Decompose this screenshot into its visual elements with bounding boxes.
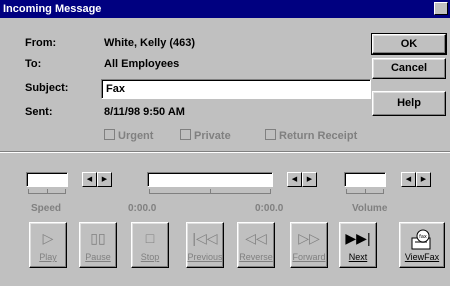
play-button[interactable]: ▷ Play — [29, 222, 67, 268]
private-checkbox[interactable]: Private — [180, 129, 231, 142]
speed-ticks — [28, 189, 66, 194]
close-button[interactable] — [434, 2, 448, 15]
incoming-message-window: Incoming Message From: White, Kelly (463… — [0, 0, 450, 286]
pause-button[interactable]: ▯▯ Pause — [79, 222, 117, 268]
from-value: White, Kelly (463) — [104, 37, 196, 49]
position-end-time: 0:00.0 — [255, 203, 284, 214]
to-value: All Employees — [104, 58, 180, 70]
play-label: Play — [39, 252, 57, 262]
speed-right-arrow-icon[interactable]: ▶ — [97, 172, 112, 187]
sent-label: Sent: — [25, 106, 53, 118]
speed-display — [26, 172, 68, 187]
private-label: Private — [194, 130, 231, 142]
subject-value: Fax — [106, 83, 125, 95]
next-button[interactable]: ▶▶| Next — [339, 222, 377, 268]
fax-icon: fax — [400, 229, 444, 250]
ok-button[interactable]: OK — [371, 33, 447, 55]
title-bar: Incoming Message — [0, 0, 450, 18]
to-label: To: — [25, 58, 42, 70]
pause-label: Pause — [85, 252, 111, 262]
return-receipt-checkbox[interactable]: Return Receipt — [265, 129, 357, 142]
position-start-time: 0:00.0 — [128, 203, 157, 214]
previous-icon: |◁◁ — [192, 230, 218, 246]
viewfax-label: ViewFax — [404, 252, 440, 262]
forward-label: Forward — [292, 252, 326, 262]
volume-label: Volume — [352, 203, 388, 214]
speed-left-arrow-icon[interactable]: ◀ — [82, 172, 97, 187]
stop-label: Stop — [140, 252, 160, 262]
urgent-label: Urgent — [118, 130, 154, 142]
forward-button[interactable]: ▷▷ Forward — [290, 222, 328, 268]
speed-arrows[interactable]: ◀ ▶ — [82, 172, 114, 188]
volume-right-arrow-icon[interactable]: ▶ — [416, 172, 431, 187]
position-left-arrow-icon[interactable]: ◀ — [287, 172, 302, 187]
stop-button[interactable]: □ Stop — [131, 222, 169, 268]
help-button[interactable]: Help — [372, 91, 446, 116]
urgent-checkbox[interactable]: Urgent — [104, 129, 153, 142]
position-ticks — [149, 189, 271, 194]
next-icon: ▶▶| — [345, 230, 371, 246]
svg-text:fax: fax — [419, 234, 427, 240]
reverse-icon: ◁◁ — [245, 230, 267, 246]
stop-icon: □ — [145, 230, 155, 246]
volume-display — [344, 172, 386, 187]
volume-left-arrow-icon[interactable]: ◀ — [401, 172, 416, 187]
from-label: From: — [25, 37, 57, 49]
volume-arrows[interactable]: ◀ ▶ — [401, 172, 433, 188]
position-right-arrow-icon[interactable]: ▶ — [302, 172, 317, 187]
forward-icon: ▷▷ — [298, 230, 320, 246]
cancel-button[interactable]: Cancel — [372, 58, 446, 79]
viewfax-button[interactable]: fax ViewFax — [399, 222, 445, 268]
position-arrows[interactable]: ◀ ▶ — [287, 172, 319, 188]
reverse-label: Reverse — [239, 252, 273, 262]
reverse-button[interactable]: ◁◁ Reverse — [237, 222, 275, 268]
position-display — [147, 172, 273, 187]
subject-label: Subject: — [25, 82, 69, 94]
window-title: Incoming Message — [3, 3, 102, 15]
speed-label: Speed — [31, 203, 62, 214]
sent-value: 8/11/98 9:50 AM — [104, 106, 185, 118]
pause-icon: ▯▯ — [90, 230, 106, 246]
previous-label: Previous — [187, 252, 223, 262]
previous-button[interactable]: |◁◁ Previous — [186, 222, 224, 268]
section-divider — [0, 151, 450, 153]
next-label: Next — [348, 252, 368, 262]
subject-field[interactable]: Fax — [101, 79, 371, 99]
play-icon: ▷ — [42, 230, 54, 246]
return-receipt-label: Return Receipt — [279, 130, 358, 142]
volume-ticks — [346, 189, 384, 194]
